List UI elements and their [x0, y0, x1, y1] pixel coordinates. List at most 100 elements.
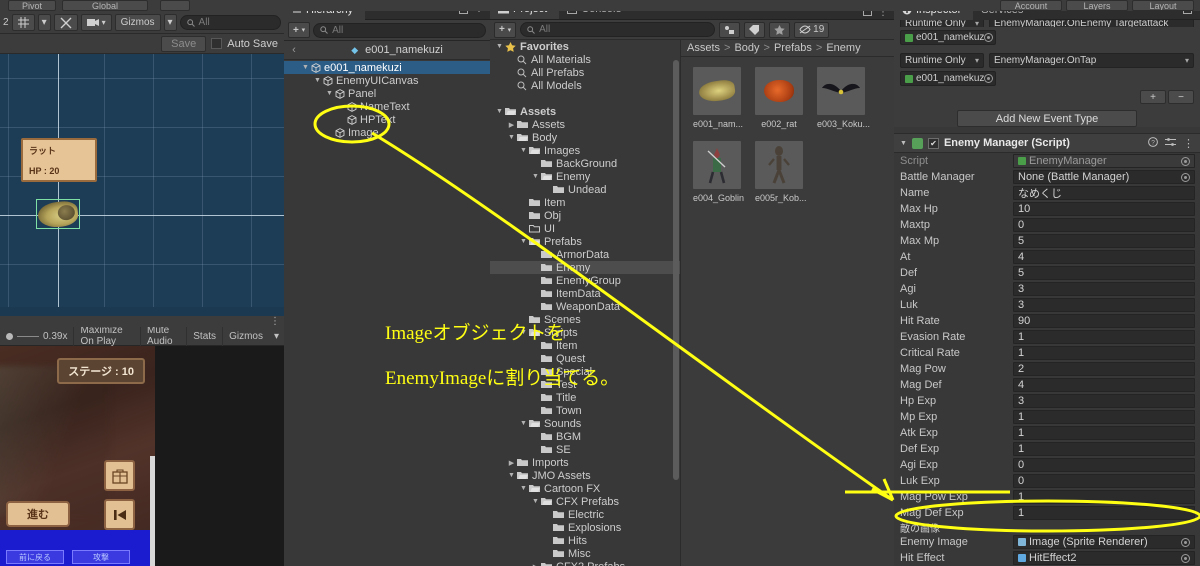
toolbar-button-layers[interactable]: Layers [1066, 0, 1128, 11]
mute-audio-button[interactable]: Mute Audio [141, 325, 188, 347]
property-value-at[interactable]: 4 [1013, 250, 1195, 264]
hierarchy-item-nametext[interactable]: NameText [284, 100, 490, 113]
hierarchy-item-e001_namekuzi[interactable]: ▼ e001_namekuzi [284, 61, 490, 74]
breadcrumb-assets[interactable]: Assets [687, 42, 720, 54]
event-0-object[interactable]: e001_namekuz [900, 30, 996, 45]
project-tree-item-jmo-assets[interactable]: ▼ JMO Assets [490, 469, 680, 482]
project-tree-item-weapondata[interactable]: WeaponData [490, 300, 680, 313]
component-foldout-icon[interactable]: ▼ [900, 140, 907, 147]
project-tree-item-assets[interactable]: ▶ Assets [490, 118, 680, 131]
event-1-mode[interactable]: Runtime Only [900, 53, 984, 68]
foldout-arrow-icon[interactable]: ▶ [506, 121, 517, 129]
event-0-function[interactable]: EnemyManager.OnEnemy Targetattack [989, 20, 1194, 27]
asset-item[interactable]: e004_Goblin [693, 141, 744, 203]
property-value-mag-pow[interactable]: 2 [1013, 362, 1195, 376]
object-picker-icon[interactable] [984, 33, 994, 42]
foldout-arrow-icon[interactable]: ▼ [518, 420, 529, 427]
property-value-def[interactable]: 5 [1013, 266, 1195, 280]
help-icon[interactable]: ? [1148, 136, 1158, 150]
skip-previous-icon[interactable] [104, 499, 135, 530]
foldout-arrow-icon[interactable]: ▼ [494, 43, 505, 50]
foldout-arrow-icon[interactable]: ▼ [506, 134, 517, 141]
project-tree-item-scripts[interactable]: ▼ Scripts [490, 326, 680, 339]
property-value-max-mp[interactable]: 5 [1013, 234, 1195, 248]
stats-button[interactable]: Stats [187, 326, 224, 346]
remove-event-button[interactable]: − [1168, 90, 1194, 104]
foldout-arrow-icon[interactable]: ▼ [324, 90, 335, 97]
preset-icon[interactable] [1165, 137, 1176, 150]
label-filter-icon[interactable] [744, 21, 766, 38]
property-value-evasion-rate[interactable]: 1 [1013, 330, 1195, 344]
event-1-object[interactable]: e001_namekuz [900, 71, 996, 86]
foldout-arrow-icon[interactable]: ▼ [518, 147, 529, 154]
project-tree-item-enemygroup[interactable]: EnemyGroup [490, 274, 680, 287]
property-value-battle-manager[interactable]: None (Battle Manager) [1013, 170, 1195, 184]
project-tree-item-test[interactable]: Test [490, 378, 680, 391]
object-picker-icon[interactable] [984, 74, 994, 83]
foldout-arrow-icon[interactable]: ▼ [518, 485, 529, 492]
project-tree-item-se[interactable]: SE [490, 443, 680, 456]
project-tree-item-background[interactable]: BackGround [490, 157, 680, 170]
component-header-enemy-manager[interactable]: ▼ ✔ Enemy Manager (Script) ? ⋮ [894, 133, 1200, 153]
object-picker-icon[interactable] [1181, 537, 1190, 547]
breadcrumb-back-button[interactable]: ‹ [288, 44, 300, 56]
event-0-mode[interactable]: Runtime Only [900, 20, 984, 27]
foldout-arrow-icon[interactable]: ▶ [506, 459, 517, 467]
project-tree-item-obj[interactable]: Obj [490, 209, 680, 222]
property-value-max-hp[interactable]: 10 [1013, 202, 1195, 216]
hierarchy-item-image[interactable]: Image [284, 126, 490, 139]
toolbar-button-global[interactable]: Global [62, 0, 148, 11]
project-tree-item-enemy[interactable]: ▼ Enemy [490, 170, 680, 183]
toolbar-button-extra[interactable] [160, 0, 190, 11]
project-tree-item-town[interactable]: Town [490, 404, 680, 417]
object-picker-icon[interactable] [1181, 553, 1190, 563]
toolbar-button-layout[interactable]: Layout [1132, 0, 1194, 11]
project-search-input[interactable]: All [520, 22, 716, 37]
asset-item[interactable]: e003_Koku... [817, 67, 870, 129]
hierarchy-add-button[interactable]: + ▾ [288, 22, 311, 38]
project-tree-item-bgm[interactable]: BGM [490, 430, 680, 443]
foldout-arrow-icon[interactable]: ▼ [300, 64, 311, 71]
property-value-maxtp[interactable]: 0 [1013, 218, 1195, 232]
project-tree-item-item[interactable]: Item [490, 339, 680, 352]
object-picker-icon[interactable] [1181, 172, 1190, 182]
project-add-button[interactable]: + ▾ [494, 21, 517, 38]
project-tree-item-all-materials[interactable]: All Materials [490, 53, 680, 66]
project-tree-item-explosions[interactable]: Explosions [490, 521, 680, 534]
project-tree-item-special[interactable]: Special [490, 365, 680, 378]
property-value-script[interactable]: EnemyManager [1013, 154, 1195, 168]
asset-item[interactable]: e001_nam... [693, 67, 743, 129]
property-value-luk[interactable]: 3 [1013, 298, 1195, 312]
property-value-mag-def[interactable]: 4 [1013, 378, 1195, 392]
type-filter-icon[interactable] [719, 21, 741, 38]
property-value-mp-exp[interactable]: 1 [1013, 410, 1195, 424]
breadcrumb-prefabs[interactable]: Prefabs [774, 42, 812, 54]
property-value-def-exp[interactable]: 1 [1013, 442, 1195, 456]
project-tree-item-ui[interactable]: UI [490, 222, 680, 235]
hidden-assets-count[interactable]: 19 [794, 21, 830, 38]
game-gizmos-dropdown-icon[interactable]: ▾ [269, 327, 284, 346]
scene-search-input[interactable]: All [179, 15, 281, 30]
kebab-menu-icon[interactable]: ⋮ [1183, 137, 1194, 150]
asset-item[interactable]: e005r_Kob... [755, 141, 807, 203]
favorite-filter-icon[interactable] [769, 21, 791, 38]
project-tree-item-itemdata[interactable]: ItemData [490, 287, 680, 300]
project-tree-item-images[interactable]: ▼ Images [490, 144, 680, 157]
project-tree-item-all-prefabs[interactable]: All Prefabs [490, 66, 680, 79]
game-gizmos-button[interactable]: Gizmos [223, 327, 269, 346]
property-value-agi-exp[interactable]: 0 [1013, 458, 1195, 472]
project-tree-item-cfx2-prefabs[interactable]: ▶ CFX2 Prefabs [490, 560, 680, 566]
project-tree-item-cfx-prefabs[interactable]: ▼ CFX Prefabs [490, 495, 680, 508]
hierarchy-item-hptext[interactable]: HPText [284, 113, 490, 126]
project-tree-item-electric[interactable]: Electric [490, 508, 680, 521]
foldout-arrow-icon[interactable]: ▼ [312, 77, 323, 84]
game-view-menu-icon[interactable]: ⋮ [270, 316, 280, 327]
project-tree-scrollbar[interactable] [673, 60, 679, 480]
auto-save-checkbox[interactable] [211, 38, 223, 49]
property-value-mag-pow-exp[interactable]: 1 [1013, 490, 1195, 504]
hierarchy-search-input[interactable]: All [313, 22, 486, 38]
foldout-arrow-icon[interactable]: ▼ [530, 498, 541, 505]
project-tree-item-quest[interactable]: Quest [490, 352, 680, 365]
grid-icon[interactable] [11, 14, 35, 31]
property-value-hit-rate[interactable]: 90 [1013, 314, 1195, 328]
